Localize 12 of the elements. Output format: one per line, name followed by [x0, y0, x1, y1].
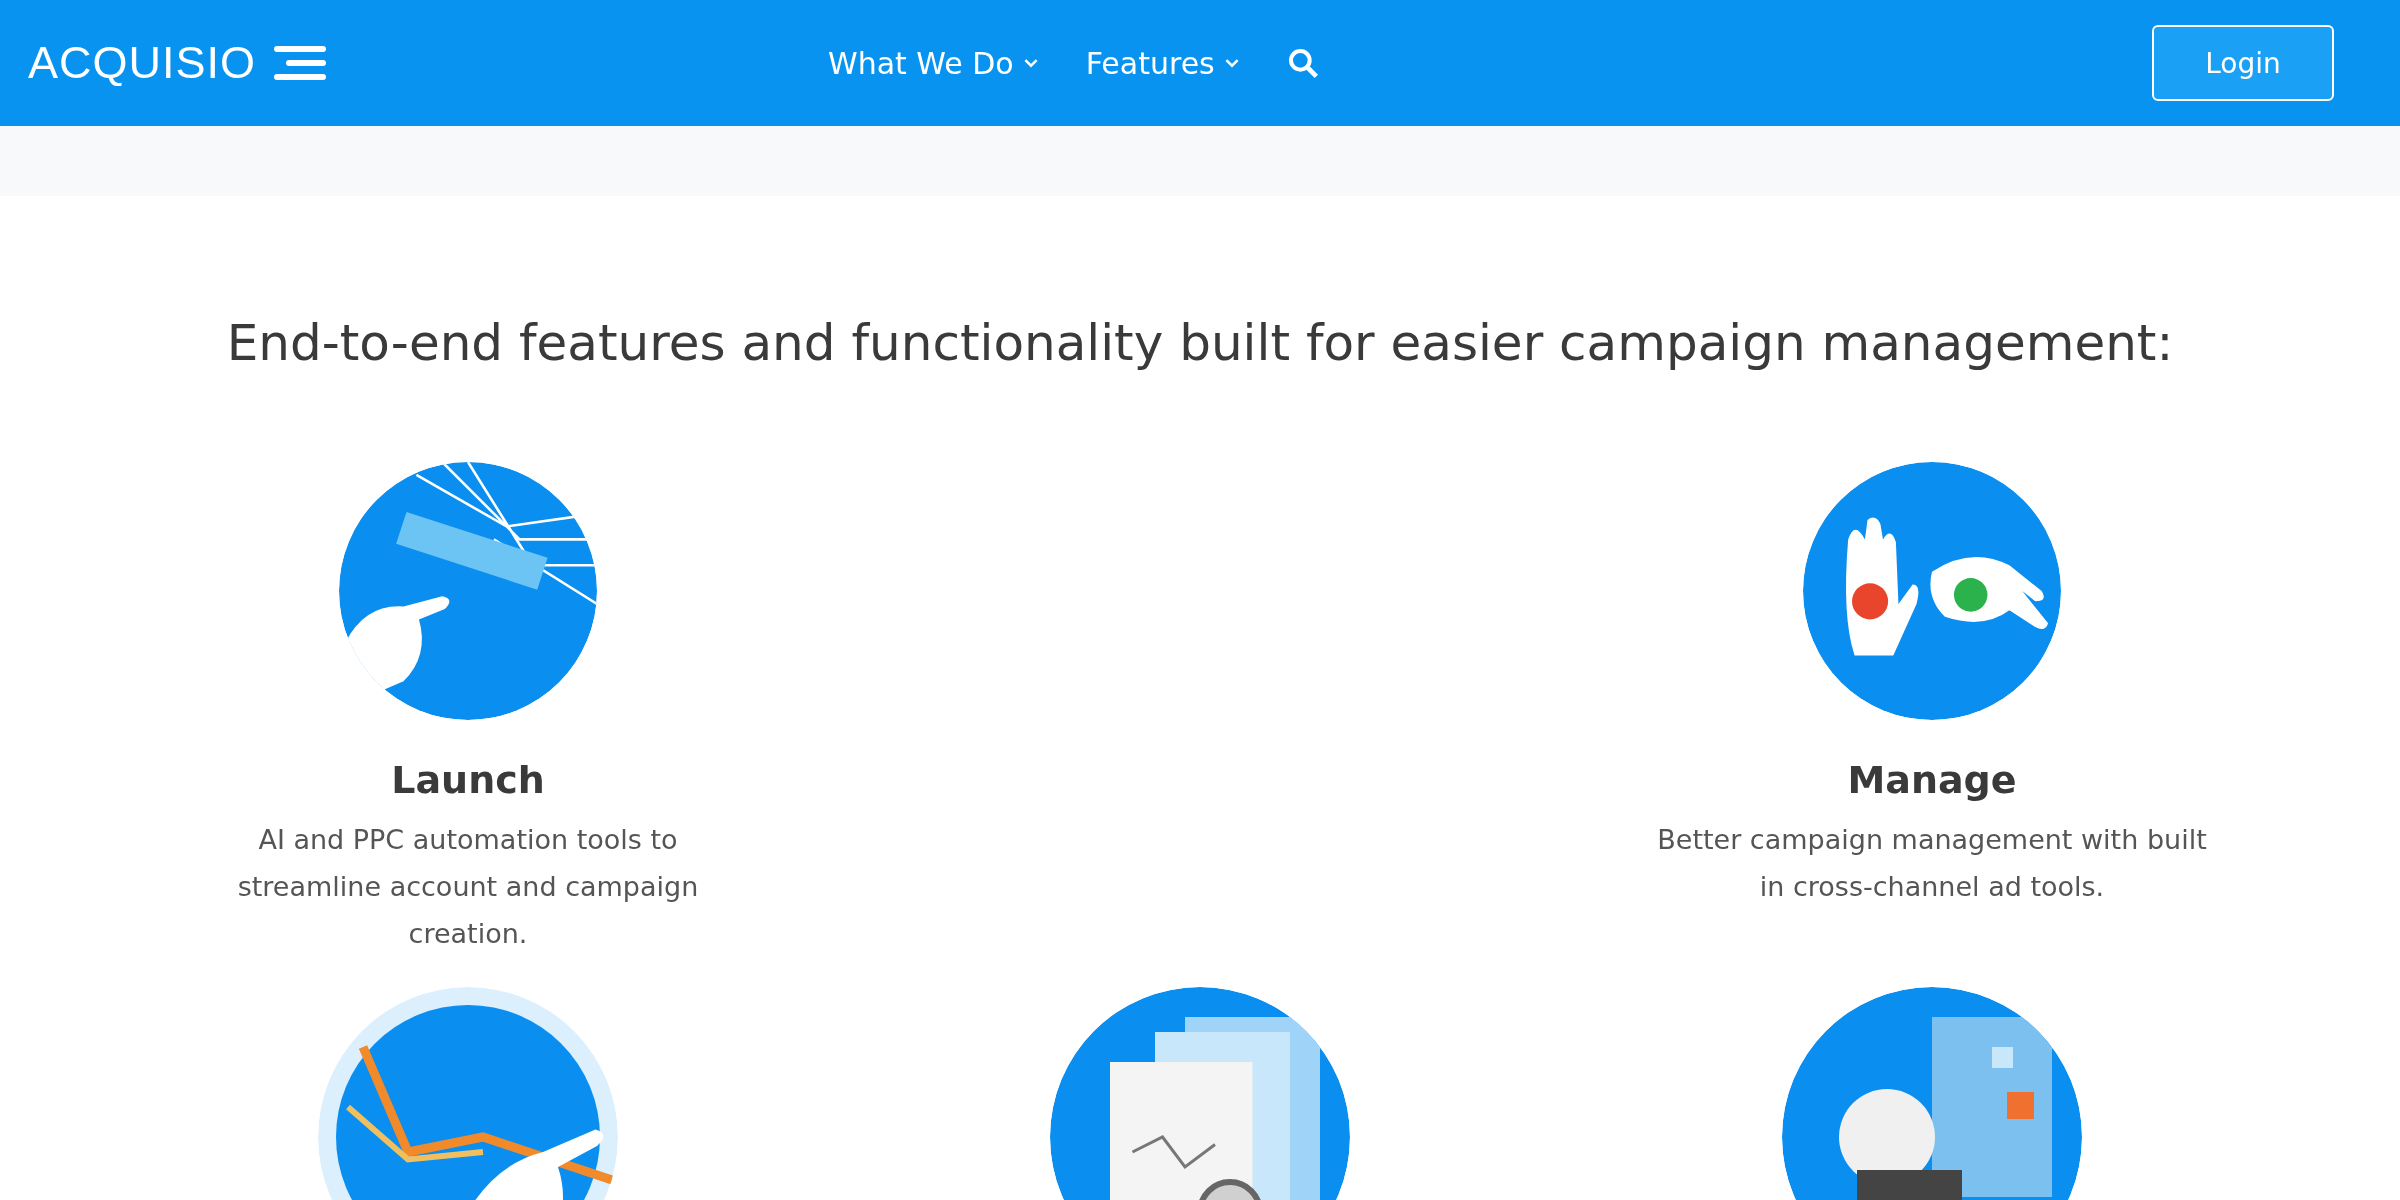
login-button[interactable]: Login: [2152, 25, 2334, 101]
feature-title: Manage: [1847, 758, 2017, 802]
nav-menu-item[interactable]: Features: [1085, 45, 1239, 81]
logo[interactable]: ACQUISIO: [28, 37, 728, 89]
nav-menu-item[interactable]: What We Do: [828, 45, 1038, 81]
feature-description: AI and PPC automation tools to streamline account and campaign creation.: [236, 823, 700, 951]
feature-description: Better campaign management with built in cross-channel ad tools.: [1656, 823, 2208, 904]
search-icon[interactable]: [1286, 47, 1319, 79]
section-heading: End-to-end features and functionality built for easier campaign management:: [225, 314, 2175, 372]
feature-title: Launch: [391, 758, 545, 802]
chevron-down-icon: [1023, 58, 1038, 68]
chevron-down-icon: [1224, 58, 1239, 68]
